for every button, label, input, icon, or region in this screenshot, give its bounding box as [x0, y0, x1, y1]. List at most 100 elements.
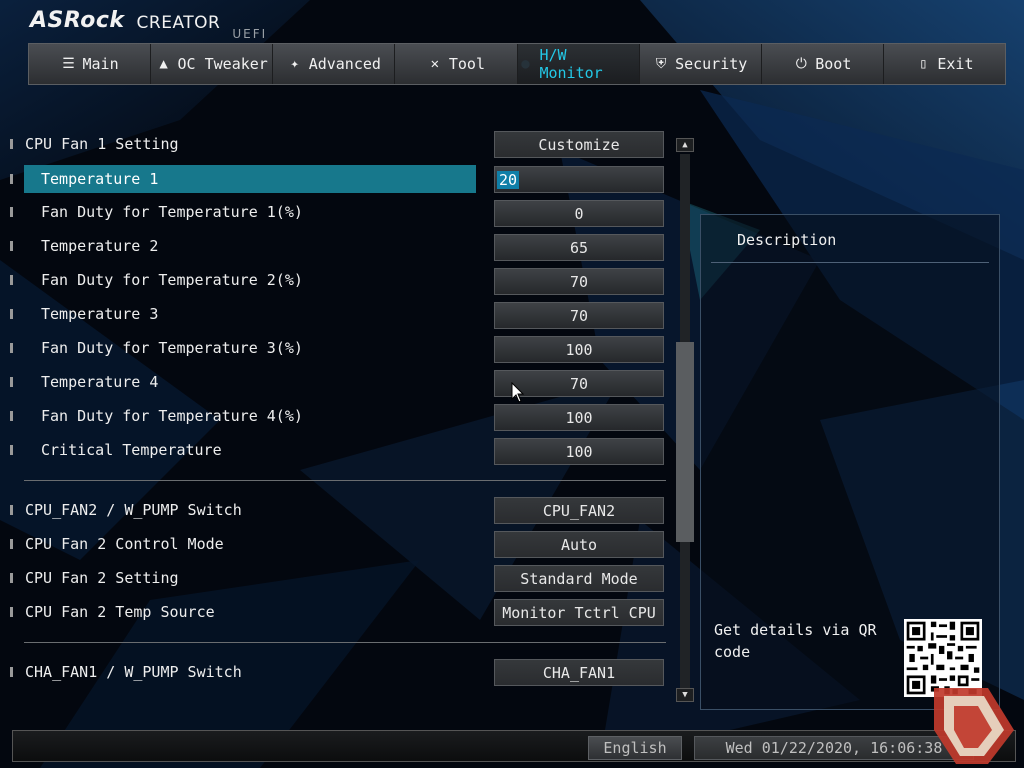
scroll-down-icon[interactable]: ▼ — [676, 688, 694, 702]
cha-fan1-pump-switch-value[interactable]: CHA_FAN1 — [494, 659, 664, 686]
setting-row-fan-duty-temp-2[interactable]: Fan Duty for Temperature 2(%) — [10, 266, 303, 294]
setting-row-temperature-1[interactable]: Temperature 1 — [10, 165, 476, 193]
exit-door-icon: ▯ — [919, 56, 928, 72]
setting-row-cha-fan1-pump-switch[interactable]: CHA_FAN1 / W_PUMP Switch — [10, 658, 242, 686]
setting-label: CPU Fan 2 Control Mode — [25, 535, 224, 553]
tab-label: Security — [675, 55, 748, 73]
temperature-2-value[interactable]: 65 — [494, 234, 664, 261]
cpu-fan2-pump-switch-value[interactable]: CPU_FAN2 — [494, 497, 664, 524]
main-menu-tabs: ☰ Main ▲ OC Tweaker ✦ Advanced ✕ Tool ● … — [28, 43, 1006, 85]
row-bullet — [10, 275, 13, 285]
cpu-fan2-setting-value[interactable]: Standard Mode — [494, 565, 664, 592]
setting-row-temperature-3[interactable]: Temperature 3 — [10, 300, 158, 328]
watermark-logo — [934, 688, 1014, 764]
section-divider — [24, 480, 666, 481]
tab-label: OC Tweaker — [177, 55, 268, 73]
shield-icon: ⛨ — [655, 56, 667, 72]
scroll-thumb[interactable] — [676, 342, 694, 542]
setting-label: Temperature 4 — [41, 373, 159, 391]
tab-label: Exit — [937, 55, 974, 73]
cpu-fan2-control-mode-value[interactable]: Auto — [494, 531, 664, 558]
row-bullet — [10, 309, 13, 319]
setting-label: Temperature 1 — [41, 170, 159, 188]
setting-label: CPU_FAN2 / W_PUMP Switch — [25, 501, 242, 519]
setting-row-cpu-fan2-control-mode[interactable]: CPU Fan 2 Control Mode — [10, 530, 224, 558]
input-value: 20 — [497, 170, 520, 189]
setting-row-temperature-4[interactable]: Temperature 4 — [10, 368, 158, 396]
setting-row-cpu-fan2-setting[interactable]: CPU Fan 2 Setting — [10, 564, 179, 592]
row-bullet — [10, 139, 13, 149]
firmware-label: UEFI — [232, 27, 268, 41]
setting-label: CPU Fan 2 Temp Source — [25, 603, 215, 621]
critical-temperature-value[interactable]: 100 — [494, 438, 664, 465]
setting-label: Fan Duty for Temperature 4(%) — [41, 407, 303, 425]
setting-row-cpu-fan2-temp-source[interactable]: CPU Fan 2 Temp Source — [10, 598, 215, 626]
language-button[interactable]: English — [588, 736, 682, 760]
tab-tool[interactable]: ✕ Tool — [395, 44, 518, 84]
tools-icon: ✕ — [430, 56, 440, 72]
setting-label: Fan Duty for Temperature 2(%) — [41, 271, 303, 289]
description-divider — [711, 262, 989, 263]
fan-duty-temp-3-value[interactable]: 100 — [494, 336, 664, 363]
setting-row-fan-duty-temp-4[interactable]: Fan Duty for Temperature 4(%) — [10, 402, 303, 430]
settings-scrollbar[interactable]: ▲ ▼ — [676, 138, 694, 704]
setting-row-temperature-2[interactable]: Temperature 2 — [10, 232, 158, 260]
setting-row-fan-duty-temp-3[interactable]: Fan Duty for Temperature 3(%) — [10, 334, 303, 362]
asrock-logo: ASRock CREATOR UEFI — [30, 8, 267, 41]
tab-label: Boot — [815, 55, 852, 73]
tab-label: Advanced — [308, 55, 381, 73]
rocket-icon: ▲ — [159, 56, 168, 72]
setting-label: Temperature 3 — [41, 305, 159, 323]
qr-caption: Get details via QR code — [714, 621, 877, 661]
setting-label: Critical Temperature — [41, 441, 222, 459]
tab-advanced[interactable]: ✦ Advanced — [273, 44, 396, 84]
tab-label: Main — [82, 55, 119, 73]
description-title: Description — [737, 231, 837, 249]
tab-exit[interactable]: ▯ Exit — [884, 44, 1005, 84]
row-bullet — [10, 174, 13, 184]
fan-duty-temp-2-value[interactable]: 70 — [494, 268, 664, 295]
fan-duty-temp-1-value[interactable]: 0 — [494, 200, 664, 227]
tab-security[interactable]: ⛨ Security — [640, 44, 762, 84]
setting-label: CPU Fan 2 Setting — [25, 569, 179, 587]
cpu-fan1-setting-value[interactable]: Customize — [494, 131, 664, 158]
row-bullet — [10, 411, 13, 421]
row-bullet — [10, 343, 13, 353]
star-icon: ✦ — [290, 56, 299, 72]
tab-oc-tweaker[interactable]: ▲ OC Tweaker — [151, 44, 274, 84]
section-divider — [24, 642, 666, 643]
temperature-3-value[interactable]: 70 — [494, 302, 664, 329]
description-panel: Description Get details via QR code — [700, 214, 1000, 710]
tab-label: Tool — [448, 55, 485, 73]
row-bullet — [10, 667, 13, 677]
setting-row-fan-duty-temp-1[interactable]: Fan Duty for Temperature 1(%) — [10, 198, 303, 226]
row-bullet — [10, 445, 13, 455]
brand-name: ASRock — [30, 8, 125, 33]
setting-row-critical-temperature[interactable]: Critical Temperature — [10, 436, 222, 464]
tab-hw-monitor[interactable]: ● H/W Monitor — [517, 44, 640, 84]
row-bullet — [10, 377, 13, 387]
tab-label: H/W Monitor — [539, 46, 603, 82]
row-bullet — [10, 539, 13, 549]
power-icon: ⏻ — [795, 56, 807, 72]
cpu-fan2-temp-source-value[interactable]: Monitor Tctrl CPU — [494, 599, 664, 626]
temperature-1-input[interactable]: 20 — [494, 166, 664, 193]
setting-label: CHA_FAN1 / W_PUMP Switch — [25, 663, 242, 681]
setting-row-cpu-fan1-setting[interactable]: CPU Fan 1 Setting — [10, 130, 179, 158]
row-bullet — [10, 573, 13, 583]
row-bullet — [10, 505, 13, 515]
fan-duty-temp-4-value[interactable]: 100 — [494, 404, 664, 431]
row-bullet — [10, 207, 13, 217]
mouse-cursor-icon — [511, 382, 525, 403]
product-name: CREATOR — [136, 13, 221, 33]
list-icon: ☰ — [62, 56, 75, 72]
setting-label: CPU Fan 1 Setting — [25, 135, 179, 153]
tab-main[interactable]: ☰ Main — [29, 44, 152, 84]
tab-boot[interactable]: ⏻ Boot — [762, 44, 884, 84]
row-bullet — [10, 241, 13, 251]
setting-row-cpu-fan2-pump-switch[interactable]: CPU_FAN2 / W_PUMP Switch — [10, 496, 242, 524]
scroll-up-icon[interactable]: ▲ — [676, 138, 694, 152]
setting-label: Temperature 2 — [41, 237, 159, 255]
setting-label: Fan Duty for Temperature 3(%) — [41, 339, 303, 357]
setting-label: Fan Duty for Temperature 1(%) — [41, 203, 303, 221]
